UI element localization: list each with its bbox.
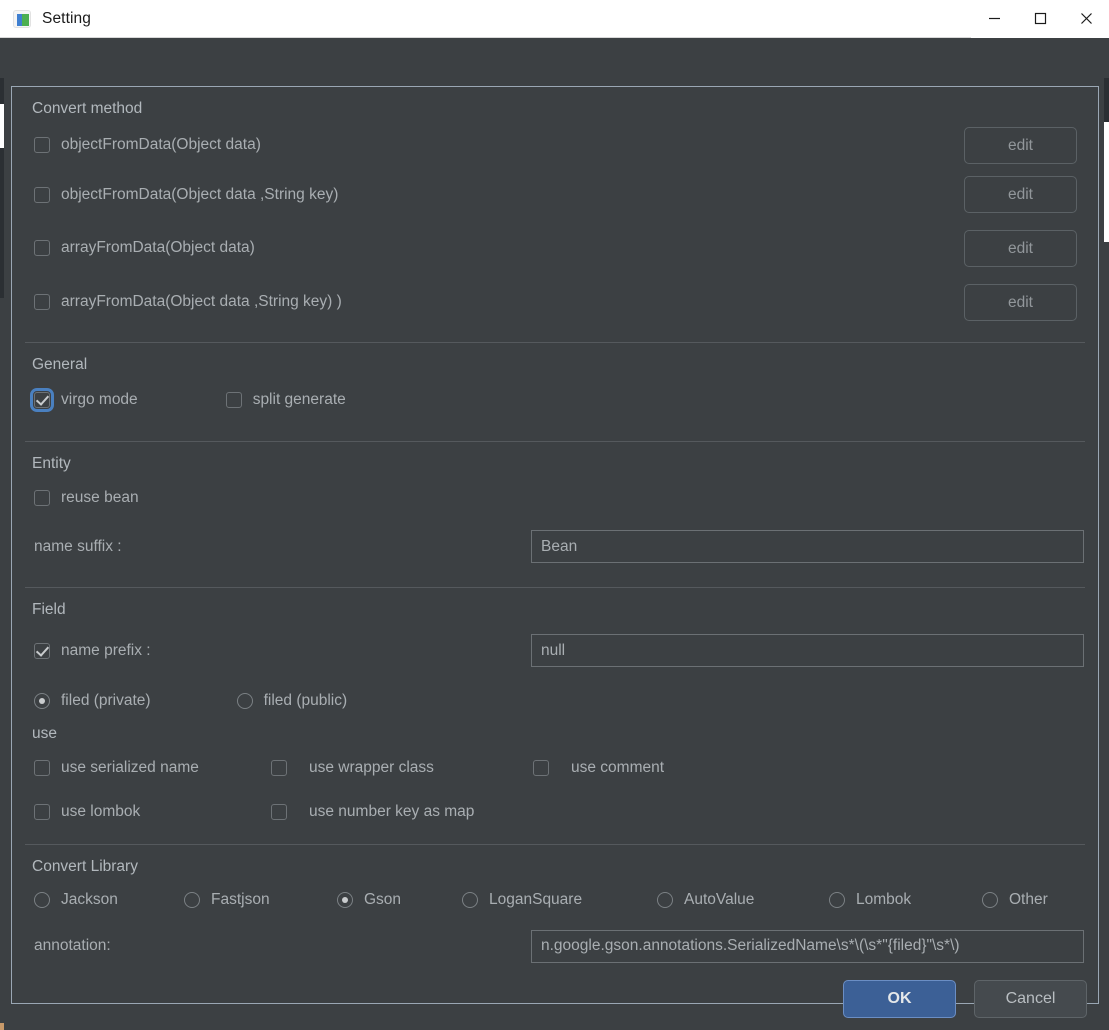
checkbox-split-generate[interactable] [225,392,242,408]
settings-panel: Convert method objectFromData(Object dat… [11,86,1099,1004]
dialog-body: Convert method objectFromData(Object dat… [0,38,1109,1030]
checkbox-label-virgo-mode: virgo mode [61,391,138,408]
checkbox-array-from-data[interactable] [34,240,50,256]
annotation-row: annotation: n.google.gson.annotations.Se… [23,920,1087,972]
entity-name-suffix-row: name suffix : Bean [23,518,1087,575]
radio-label-filed-public: filed (public) [263,691,348,709]
edit-button-1[interactable]: edit [964,176,1077,213]
checkbox-object-from-data-key[interactable] [34,186,50,203]
checkbox-object-from-data[interactable] [34,137,50,153]
radio-filed-private[interactable] [34,692,50,709]
section-title-convert-method: Convert method [32,100,143,117]
checkbox-label-object-from-data-key: objectFromData(Object data ,String key) [61,185,339,203]
radio-label-logansquare: LoganSquare [489,891,583,908]
section-title-field: Field [32,601,66,618]
checkbox-use-serialized-name[interactable] [34,760,50,776]
title-bar: Setting [0,0,1109,38]
checkbox-label-use-lombok: use lombok [61,803,141,820]
section-title-use: use [32,725,57,742]
checkbox-label-use-serialized-name: use serialized name [61,759,199,776]
checkbox-array-from-data-key[interactable] [34,294,50,310]
radio-jackson[interactable] [34,892,50,908]
edit-button-3[interactable]: edit [964,284,1077,321]
checkbox-label-array-from-data: arrayFromData(Object data) [61,239,255,256]
radio-label-gson: Gson [364,891,402,908]
close-button[interactable] [1063,0,1109,38]
title-bar-left: Setting [0,9,971,28]
radio-label-autovalue: AutoValue [684,891,755,908]
checkbox-label-use-wrapper-class: use wrapper class [309,759,434,776]
radio-gson[interactable] [337,892,353,908]
checkbox-use-comment[interactable] [533,760,549,776]
general-row: virgo mode split generate [23,378,1087,422]
minimize-button[interactable] [971,0,1017,38]
minimize-icon [988,17,1000,20]
field-name-prefix-row: name prefix : null [23,623,1087,678]
section-title-entity: Entity [32,455,71,472]
close-icon [1080,13,1092,24]
radio-label-other: Other [1009,891,1048,908]
radio-label-lombok: Lombok [856,891,912,908]
maximize-icon [1034,12,1046,25]
app-icon [13,9,31,28]
convert-method-row-0: objectFromData(Object data) edit [23,122,1087,168]
edit-button-0[interactable]: edit [964,127,1077,164]
maximize-button[interactable] [1017,0,1063,38]
setting-dialog-window: Setting Convert method objectFromData(Ob… [0,0,1109,1030]
input-annotation[interactable]: n.google.gson.annotations.SerializedName… [531,929,1084,963]
checkbox-label-use-number-key-as-map: use number key as map [309,803,475,820]
radio-logansquare[interactable] [462,892,478,908]
checkbox-use-number-key-as-map[interactable] [271,804,287,820]
radio-label-filed-private: filed (private) [61,691,151,709]
radio-filed-public[interactable] [236,692,253,709]
use-row-1: use serialized name use wrapper class us… [23,745,1087,791]
radio-fastjson[interactable] [184,892,200,908]
input-name-prefix[interactable]: null [531,634,1084,667]
input-name-suffix[interactable]: Bean [531,530,1084,563]
convert-method-row-1: objectFromData(Object data ,String key) … [23,168,1087,221]
convert-library-row: Jackson Fastjson Gson LoganSquare AutoVa… [23,880,1087,920]
entity-reuse-bean-row: reuse bean [23,477,1087,518]
checkbox-reuse-bean[interactable] [34,489,50,506]
checkbox-use-lombok[interactable] [34,804,50,820]
checkbox-label-use-comment: use comment [571,759,665,776]
checkbox-label-reuse-bean: reuse bean [61,488,139,506]
checkbox-label-split-generate: split generate [252,391,346,408]
convert-method-row-2: arrayFromData(Object data) edit [23,221,1087,275]
section-title-general: General [32,356,88,373]
window-edge-sliver-1 [0,78,4,104]
label-name-suffix: name suffix : [34,537,122,555]
window-edge-sliver-right-1 [1104,78,1109,122]
section-title-convert-library: Convert Library [32,858,138,875]
radio-autovalue[interactable] [657,892,673,908]
window-edge-sliver-2 [0,104,4,148]
radio-lombok[interactable] [829,892,845,908]
checkbox-name-prefix[interactable] [34,642,50,659]
radio-other[interactable] [982,892,998,908]
cancel-button[interactable]: Cancel [974,980,1087,1018]
window-edge-sliver-3 [0,148,4,298]
window-title: Setting [42,9,91,27]
edit-button-2[interactable]: edit [964,230,1077,267]
radio-label-jackson: Jackson [61,891,118,908]
label-annotation: annotation: [34,937,111,954]
window-controls [971,0,1109,38]
use-row-2: use lombok use number key as map [23,791,1087,833]
dialog-footer: OK Cancel [0,968,1109,1030]
checkbox-use-wrapper-class[interactable] [271,760,287,776]
field-visibility-row: filed (private) filed (public) [23,678,1087,723]
checkbox-virgo-mode[interactable] [30,388,54,412]
checkbox-label-array-from-data-key: arrayFromData(Object data ,String key) ) [61,293,342,310]
label-name-prefix: name prefix : [61,641,151,659]
checkbox-label-object-from-data: objectFromData(Object data) [61,136,261,153]
convert-method-row-3: arrayFromData(Object data ,String key) )… [23,275,1087,329]
radio-label-fastjson: Fastjson [211,891,270,908]
window-edge-sliver-right-2 [1104,122,1109,242]
ok-button[interactable]: OK [843,980,956,1018]
